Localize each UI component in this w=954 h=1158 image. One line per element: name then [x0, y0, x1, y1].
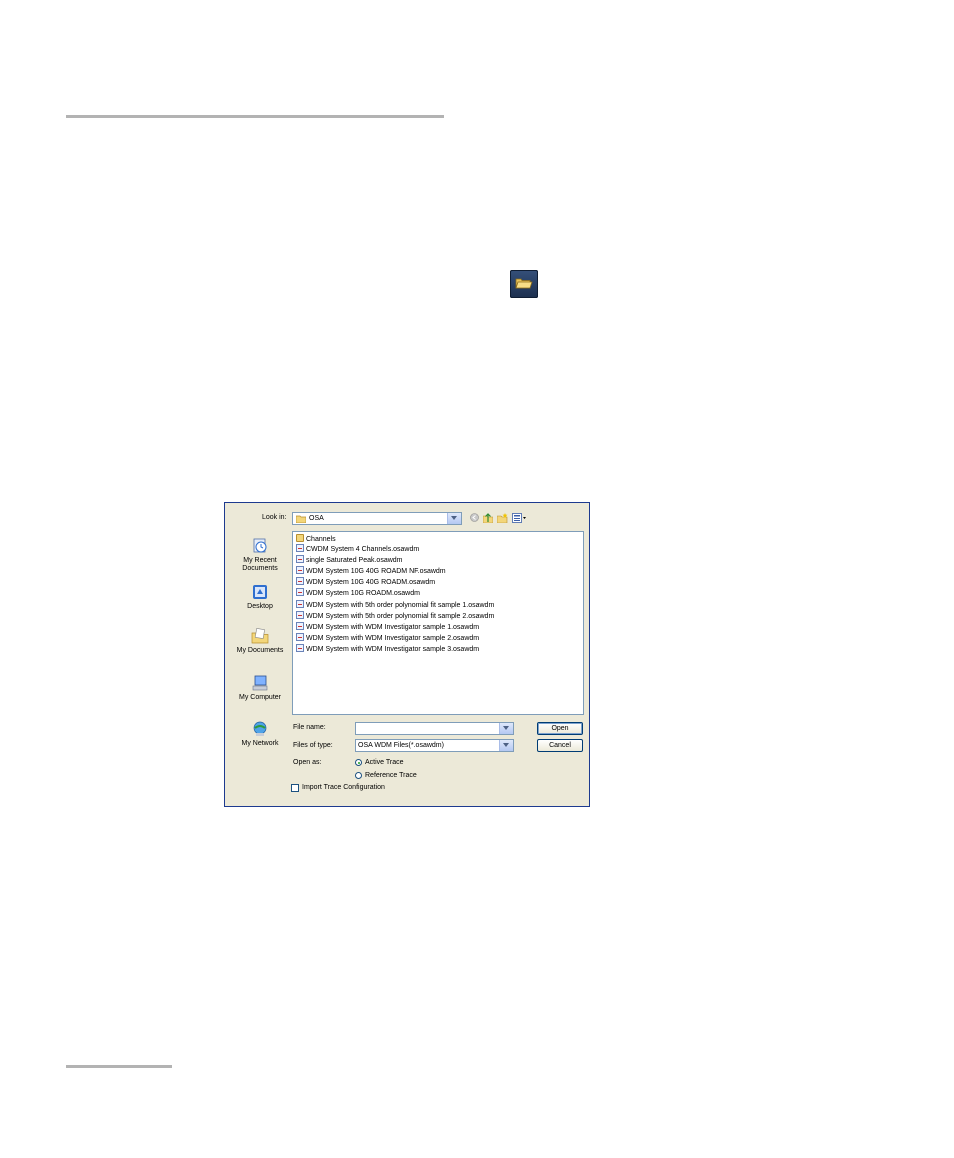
- osawdm-file-icon: [296, 566, 304, 574]
- osawdm-file-icon: [296, 611, 304, 619]
- osawdm-file-icon: [296, 600, 304, 608]
- file-type-dropdown-button[interactable]: [499, 740, 513, 751]
- osawdm-file-icon: [296, 544, 304, 552]
- open-button[interactable]: Open: [537, 722, 583, 735]
- import-trace-configuration-label: Import Trace Configuration: [302, 784, 385, 791]
- up-folder-icon[interactable]: [482, 512, 494, 525]
- folder-icon: [296, 515, 306, 523]
- place-label: My Computer: [238, 694, 281, 701]
- osawdm-file-icon: [296, 555, 304, 563]
- list-item[interactable]: WDM System with WDM Investigator sample …: [296, 622, 479, 632]
- open-file-dialog: Look in: OSA My Recent Documents Desktop: [224, 502, 590, 807]
- file-type-label: Files of type:: [293, 742, 333, 749]
- radio-active-trace-label: Active Trace: [365, 759, 404, 766]
- file-name-label: File name:: [293, 724, 326, 731]
- recent-documents-icon: [253, 538, 267, 553]
- place-my-computer[interactable]: My Computer: [232, 674, 288, 702]
- list-item[interactable]: CWDM System 4 Channels.osawdm: [296, 544, 419, 554]
- list-item[interactable]: WDM System with 5th order polynomial fit…: [296, 600, 494, 610]
- osawdm-file-icon: [296, 577, 304, 585]
- place-desktop[interactable]: Desktop: [232, 583, 288, 611]
- file-name-dropdown-button[interactable]: [499, 723, 513, 734]
- look-in-label: Look in:: [262, 514, 287, 521]
- place-my-recent-documents[interactable]: My Recent Documents: [232, 537, 288, 573]
- file-name-input[interactable]: [355, 722, 514, 735]
- file-type-select[interactable]: OSA WDM Files(*.osawdm): [355, 739, 514, 752]
- nav-toolbar: [470, 512, 527, 525]
- list-item-folder[interactable]: Channels: [296, 534, 336, 544]
- footer-rule: [66, 1065, 172, 1068]
- cancel-button[interactable]: Cancel: [537, 739, 583, 752]
- osawdm-file-icon: [296, 633, 304, 641]
- folder-icon: [296, 534, 304, 542]
- new-folder-icon[interactable]: [496, 512, 508, 525]
- osawdm-file-icon: [296, 622, 304, 630]
- look-in-value: OSA: [309, 515, 324, 522]
- list-item[interactable]: WDM System 10G 40G ROADM NF.osawdm: [296, 566, 446, 576]
- list-item[interactable]: WDM System with 5th order polynomial fit…: [296, 611, 494, 621]
- place-label: Desktop: [247, 603, 273, 610]
- place-my-documents[interactable]: My Documents: [232, 627, 288, 655]
- look-in-combo[interactable]: OSA: [292, 512, 462, 525]
- desktop-icon: [253, 585, 267, 599]
- list-item[interactable]: single Saturated Peak.osawdm: [296, 555, 403, 565]
- list-item[interactable]: WDM System 10G 40G ROADM.osawdm: [296, 577, 435, 587]
- place-label: My Documents: [236, 647, 284, 654]
- list-item[interactable]: WDM System with WDM Investigator sample …: [296, 644, 479, 654]
- my-computer-icon: [252, 675, 268, 691]
- open-folder-icon[interactable]: [510, 270, 538, 298]
- place-my-network[interactable]: My Network: [232, 720, 288, 748]
- place-label: Documents: [242, 565, 278, 572]
- places-bar: My Recent Documents Desktop My Documents…: [232, 531, 288, 751]
- file-list[interactable]: Channels CWDM System 4 Channels.osawdm s…: [292, 531, 584, 715]
- list-item[interactable]: WDM System with WDM Investigator sample …: [296, 633, 479, 643]
- list-item[interactable]: WDM System 10G ROADM.osawdm: [296, 588, 420, 598]
- view-menu-icon[interactable]: [512, 512, 527, 525]
- place-label: My Recent: [243, 557, 277, 564]
- look-in-dropdown-button[interactable]: [447, 513, 461, 524]
- osawdm-file-icon: [296, 588, 304, 596]
- place-label: My Network: [241, 740, 279, 747]
- header-rule: [66, 115, 444, 118]
- radio-reference-trace-label: Reference Trace: [365, 772, 417, 779]
- back-icon[interactable]: [470, 513, 479, 524]
- osawdm-file-icon: [296, 644, 304, 652]
- import-trace-configuration-checkbox[interactable]: [291, 784, 299, 792]
- open-as-label: Open as:: [293, 759, 322, 766]
- radio-reference-trace[interactable]: [355, 772, 362, 779]
- radio-active-trace[interactable]: [355, 759, 362, 766]
- my-network-icon: [253, 721, 267, 736]
- my-documents-icon: [251, 628, 269, 644]
